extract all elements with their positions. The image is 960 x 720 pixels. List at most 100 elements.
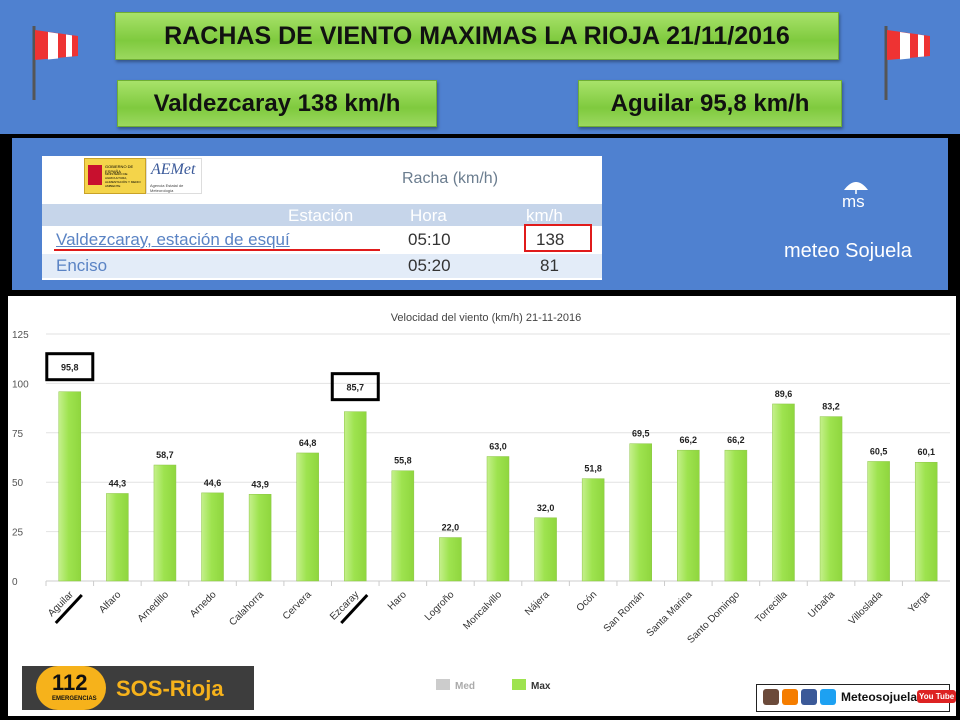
bar-Villoslada[interactable] <box>867 461 890 582</box>
bar-Santa Marina[interactable] <box>677 449 700 582</box>
social-bar: Meteosojuela You Tube <box>756 684 957 712</box>
bar-Aguilar[interactable] <box>58 391 82 582</box>
red-underline <box>54 249 380 251</box>
bar-Santo Domingo[interactable] <box>724 449 748 582</box>
table-title: Racha (km/h) <box>402 170 499 187</box>
youtube-icon[interactable]: You Tube <box>917 690 957 703</box>
instagram-icon[interactable] <box>763 689 779 705</box>
meteosojuela-brand: meteo Sojuela <box>784 240 912 262</box>
x-tick-label: Alfaro <box>97 589 124 616</box>
bar-Nájera[interactable] <box>534 517 557 582</box>
aemet-logo: AEMet Agencia Estatal de Meteorología <box>146 158 202 194</box>
station-max-right: Aguilar 95,8 km/h <box>578 80 842 127</box>
data-label: 63,0 <box>489 442 507 452</box>
legend-label[interactable]: Med <box>455 681 475 692</box>
bar-Alfaro[interactable] <box>106 493 129 582</box>
legend-swatch[interactable] <box>436 679 450 690</box>
station-link[interactable]: Enciso <box>56 256 107 276</box>
data-label: 64,8 <box>299 438 317 448</box>
data-label: 85,7 <box>346 383 364 393</box>
row-hour: 05:10 <box>408 230 451 249</box>
bar-Logroño[interactable] <box>439 537 462 582</box>
table-header: Estación Hora km/h <box>42 204 602 226</box>
data-label: 22,0 <box>442 523 460 533</box>
row-value: 81 <box>540 256 559 275</box>
aemet-table-panel: GOBIERNO DE ESPAÑA MINISTERIO DE AGRICUL… <box>42 156 602 280</box>
bar-Ezcaray[interactable] <box>344 411 367 582</box>
chart-title: Velocidad del viento (km/h) 21-11-2016 <box>391 312 582 324</box>
x-tick-label: Calahorra <box>227 589 266 628</box>
facebook-icon[interactable] <box>801 689 817 705</box>
bar-Cervera[interactable] <box>296 452 319 582</box>
y-tick-label: 100 <box>12 379 29 390</box>
bar-Arnedillo[interactable] <box>153 464 177 582</box>
y-tick-label: 125 <box>12 330 29 341</box>
y-tick-label: 0 <box>12 577 18 588</box>
col-hour: Hora <box>410 206 447 225</box>
bar-San Román[interactable] <box>629 443 652 582</box>
data-label: 69,5 <box>632 429 650 439</box>
col-kmh: km/h <box>526 206 563 225</box>
station-max-left: Valdezcaray 138 km/h <box>117 80 437 127</box>
x-tick-label: Arnedillo <box>136 589 172 625</box>
sos-number: 112 <box>52 670 88 695</box>
aemet-band: GOBIERNO DE ESPAÑA MINISTERIO DE AGRICUL… <box>12 138 948 290</box>
data-label: 60,1 <box>917 447 935 457</box>
legend-swatch[interactable] <box>512 679 526 690</box>
x-tick-label: Torrecilla <box>754 589 790 625</box>
bar-Moncalvillo[interactable] <box>486 456 510 582</box>
bar-Arnedo[interactable] <box>201 492 224 582</box>
data-label: 66,2 <box>680 435 698 445</box>
bar-Calahorra[interactable] <box>248 494 272 582</box>
twitter-icon[interactable] <box>820 689 836 705</box>
x-tick-label: Yerga <box>906 589 932 615</box>
x-tick-label: Moncalvillo <box>461 589 504 632</box>
spain-government-logo: GOBIERNO DE ESPAÑA MINISTERIO DE AGRICUL… <box>84 158 146 194</box>
y-tick-label: 25 <box>12 528 24 539</box>
data-label: 43,9 <box>251 479 269 489</box>
data-label: 44,6 <box>204 478 222 488</box>
page-title: RACHAS DE VIENTO MAXIMAS LA RIOJA 21/11/… <box>115 12 839 60</box>
bar-chart: Velocidad del viento (km/h) 21-11-2016 0… <box>12 312 950 692</box>
bar-Yerga[interactable] <box>914 461 938 582</box>
windsock-icon <box>884 26 930 100</box>
data-label: 51,8 <box>584 464 602 474</box>
x-tick-label: San Román <box>602 589 647 634</box>
x-tick-label: Nájera <box>523 589 552 618</box>
bar-Haro[interactable] <box>391 470 415 582</box>
ms-logo: ms <box>842 192 865 211</box>
bar-Ocón[interactable] <box>581 478 605 582</box>
x-tick-label: Haro <box>386 589 409 612</box>
y-tick-label: 75 <box>12 429 24 440</box>
x-tick-label: Cervera <box>281 589 314 622</box>
x-tick-label: Ocón <box>575 589 600 614</box>
table-row: Valdezcaray, estación de esquí 05:10 138 <box>42 224 602 252</box>
blogger-icon[interactable] <box>782 689 798 705</box>
bar-Urbaña[interactable] <box>819 416 843 582</box>
windsock-icon <box>32 26 78 100</box>
data-label: 32,0 <box>537 503 555 513</box>
sos-label: SOS-Rioja <box>116 676 224 701</box>
sos-sub: EMERGENCIAS <box>52 696 97 702</box>
station-link[interactable]: Valdezcaray, estación de esquí <box>56 230 290 250</box>
row-hour: 05:20 <box>408 256 451 275</box>
meteosojuela-panel: ms meteo Sojuela <box>604 156 938 280</box>
data-label: 44,3 <box>109 478 127 488</box>
x-tick-label: Urbaña <box>806 589 837 620</box>
x-tick-label: Logroño <box>423 589 457 623</box>
col-station: Estación <box>288 206 354 225</box>
data-label: 58,7 <box>156 450 174 460</box>
x-tick-label: Villoslada <box>847 589 885 627</box>
row-value: 138 <box>536 230 565 249</box>
data-label: 83,2 <box>822 402 840 412</box>
bar-Torrecilla[interactable] <box>772 403 795 582</box>
x-tick-label: Arnedo <box>188 589 219 620</box>
table-row: Enciso 05:20 81 <box>42 254 602 278</box>
x-tick-label: Santo Domingo <box>685 589 742 646</box>
data-label: 60,5 <box>870 446 888 456</box>
legend-label[interactable]: Max <box>531 681 551 692</box>
y-tick-label: 50 <box>12 478 24 489</box>
data-label: 89,6 <box>775 389 793 399</box>
header-band: RACHAS DE VIENTO MAXIMAS LA RIOJA 21/11/… <box>0 0 960 134</box>
chart-panel: Velocidad del viento (km/h) 21-11-2016 0… <box>8 296 957 716</box>
